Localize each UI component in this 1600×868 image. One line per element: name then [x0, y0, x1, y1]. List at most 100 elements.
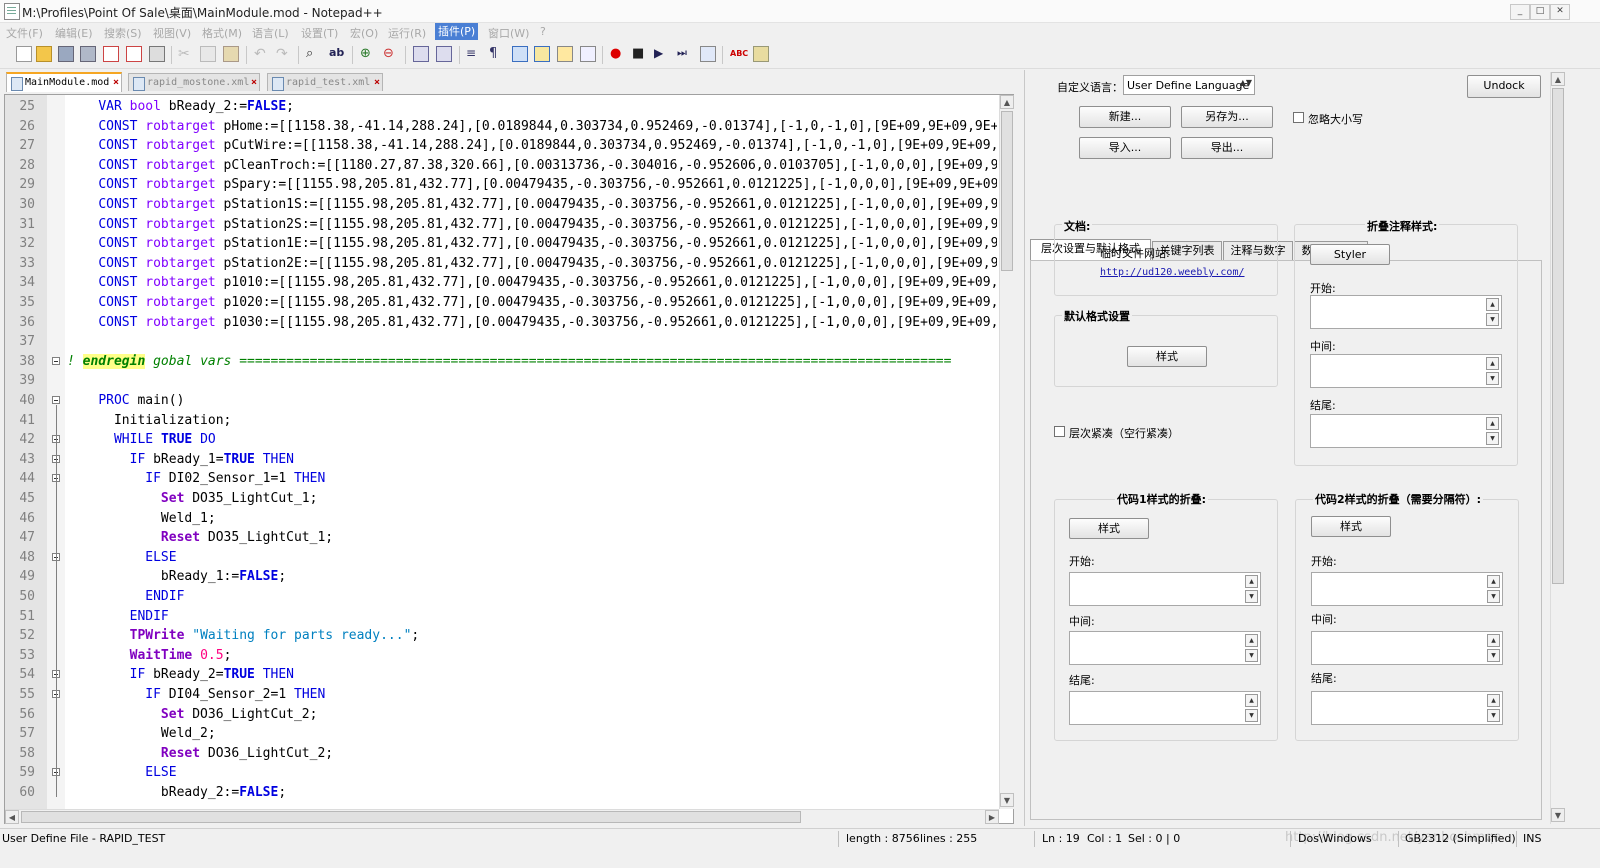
run-macro-multiple-icon[interactable]: ⏭	[677, 46, 693, 62]
zoom-out-icon[interactable]: ⊖	[383, 46, 399, 62]
fold-comment-start-field[interactable]: ▲ ▼	[1310, 295, 1502, 329]
show-all-chars-icon[interactable]: ¶	[489, 46, 505, 62]
minimize-button[interactable]: _	[1510, 4, 1530, 20]
menu-help[interactable]: ?	[540, 25, 546, 38]
maximize-button[interactable]: □	[1530, 4, 1550, 20]
scroll-up-arrow[interactable]: ▲	[1551, 72, 1565, 86]
menu-file[interactable]: 文件(F)	[6, 25, 43, 41]
tab-rapid-mostone[interactable]: rapid_mostone.xml ×	[128, 73, 260, 91]
stop-macro-icon[interactable]: ■	[632, 46, 648, 62]
spin-buttons[interactable]: ▲ ▼	[1486, 417, 1499, 445]
sync-horizontal-icon[interactable]	[436, 46, 452, 62]
close-file-icon[interactable]	[103, 46, 119, 62]
tab-rapid-test[interactable]: rapid_test.xml ×	[267, 73, 383, 91]
plugin-icon[interactable]	[753, 46, 769, 62]
tab-mainmodule[interactable]: MainModule.mod ×	[6, 72, 122, 92]
menu-search[interactable]: 搜索(S)	[104, 25, 142, 41]
code2-middle-field[interactable]: ▲ ▼	[1311, 631, 1503, 665]
close-button[interactable]: ✕	[1550, 4, 1570, 20]
fold-toggle-icon[interactable]	[52, 356, 60, 365]
code2-end-field[interactable]: ▲ ▼	[1311, 691, 1503, 725]
scroll-thumb[interactable]	[21, 811, 801, 823]
menu-format[interactable]: 格式(M)	[202, 25, 242, 41]
redo-icon[interactable]: ↷	[276, 46, 292, 62]
scroll-thumb[interactable]	[1001, 111, 1013, 271]
spin-buttons[interactable]: ▲ ▼	[1245, 634, 1258, 662]
import-button[interactable]: 导入...	[1079, 137, 1171, 159]
function-list-icon[interactable]	[580, 46, 596, 62]
undo-icon[interactable]: ↶	[254, 46, 270, 62]
paste-icon[interactable]	[223, 46, 239, 62]
scroll-thumb[interactable]	[1552, 88, 1564, 584]
export-button[interactable]: 导出...	[1181, 137, 1273, 159]
menu-language[interactable]: 语言(L)	[252, 25, 289, 41]
find-icon[interactable]: ⌕	[306, 46, 322, 62]
play-macro-icon[interactable]: ▶	[654, 46, 670, 62]
word-wrap-icon[interactable]: ≡	[466, 46, 482, 62]
scroll-down-arrow[interactable]: ▼	[1551, 808, 1565, 822]
tab-close-icon[interactable]: ×	[374, 74, 380, 92]
menu-macro[interactable]: 宏(O)	[350, 25, 378, 41]
udl-dialog-icon[interactable]	[534, 46, 550, 62]
editor-horizontal-scrollbar[interactable]: ◀ ▶	[5, 809, 999, 824]
menu-settings[interactable]: 设置(T)	[301, 25, 338, 41]
language-select[interactable]: User Define Language ▲▼	[1123, 75, 1255, 95]
scroll-left-arrow[interactable]: ◀	[5, 810, 19, 824]
open-file-icon[interactable]	[36, 46, 52, 62]
ignore-case-checkbox[interactable]	[1293, 112, 1304, 123]
menu-edit[interactable]: 编辑(E)	[55, 25, 93, 41]
code1-end-field[interactable]: ▲ ▼	[1069, 691, 1261, 725]
doc-map-icon[interactable]	[557, 46, 573, 62]
spin-buttons[interactable]: ▲ ▼	[1486, 298, 1499, 326]
spell-check-icon[interactable]: ABC	[730, 46, 748, 62]
spin-buttons[interactable]: ▲ ▼	[1245, 694, 1258, 722]
code-area[interactable]: VAR bool bReady_2:=FALSE; CONST robtarge…	[67, 97, 997, 809]
editor-vertical-scrollbar[interactable]: ▲ ▼	[999, 95, 1014, 809]
copy-icon[interactable]	[200, 46, 216, 62]
sync-vertical-icon[interactable]	[413, 46, 429, 62]
replace-icon[interactable]: ab	[329, 46, 345, 62]
new-file-icon[interactable]	[16, 46, 32, 62]
tab-close-icon[interactable]: ×	[251, 74, 257, 92]
save-macro-icon[interactable]	[700, 46, 716, 62]
undock-button[interactable]: Undock	[1467, 75, 1541, 98]
code1-start-field[interactable]: ▲ ▼	[1069, 572, 1261, 606]
indent-guide-icon[interactable]	[512, 46, 528, 62]
zoom-in-icon[interactable]: ⊕	[360, 46, 376, 62]
panel-vertical-scrollbar[interactable]: ▲ ▼	[1550, 72, 1565, 824]
spin-buttons[interactable]: ▲ ▼	[1487, 694, 1500, 722]
spin-buttons[interactable]: ▲ ▼	[1245, 575, 1258, 603]
compact-checkbox[interactable]	[1054, 426, 1065, 437]
code1-middle-field[interactable]: ▲ ▼	[1069, 631, 1261, 665]
code2-style-button[interactable]: 样式	[1311, 516, 1391, 537]
record-macro-icon[interactable]: ●	[610, 46, 626, 62]
tab-close-icon[interactable]: ×	[113, 74, 119, 92]
scroll-down-arrow[interactable]: ▼	[1000, 793, 1014, 807]
print-icon[interactable]	[149, 46, 165, 62]
styler-button[interactable]: Styler	[1310, 244, 1390, 265]
scroll-up-arrow[interactable]: ▲	[1000, 95, 1014, 109]
save-icon[interactable]	[58, 46, 74, 62]
menu-window[interactable]: 窗口(W)	[488, 25, 529, 41]
fold-comment-middle-field[interactable]: ▲ ▼	[1310, 354, 1502, 388]
doc-url-link[interactable]: http://ud120.weebly.com/	[1100, 267, 1245, 278]
fold-comment-end-field[interactable]: ▲ ▼	[1310, 414, 1502, 448]
menu-plugins[interactable]: 插件(P)	[435, 23, 479, 40]
save-as-button[interactable]: 另存为...	[1181, 106, 1273, 128]
code1-style-button[interactable]: 样式	[1069, 518, 1149, 539]
spin-buttons[interactable]: ▲ ▼	[1486, 357, 1499, 385]
spin-buttons[interactable]: ▲ ▼	[1487, 634, 1500, 662]
menu-view[interactable]: 视图(V)	[153, 25, 191, 41]
fold-toggle-icon[interactable]	[52, 396, 60, 404]
new-button[interactable]: 新建...	[1079, 106, 1171, 128]
save-all-icon[interactable]	[80, 46, 96, 62]
default-style-button[interactable]: 样式	[1127, 346, 1207, 367]
cut-icon[interactable]: ✂	[178, 46, 194, 62]
close-all-icon[interactable]	[126, 46, 142, 62]
menu-run[interactable]: 运行(R)	[388, 25, 426, 41]
scroll-right-arrow[interactable]: ▶	[985, 810, 999, 824]
spin-buttons[interactable]: ▲ ▼	[1487, 575, 1500, 603]
code2-start-field[interactable]: ▲ ▼	[1311, 572, 1503, 606]
code-editor[interactable]: 25 26 27 28 29 30 31 32 33 34 35 36 37 38 39 40 41 42 43 44…	[4, 94, 1014, 824]
code-line: IF bReady_2=TRUE THEN	[129, 667, 295, 683]
